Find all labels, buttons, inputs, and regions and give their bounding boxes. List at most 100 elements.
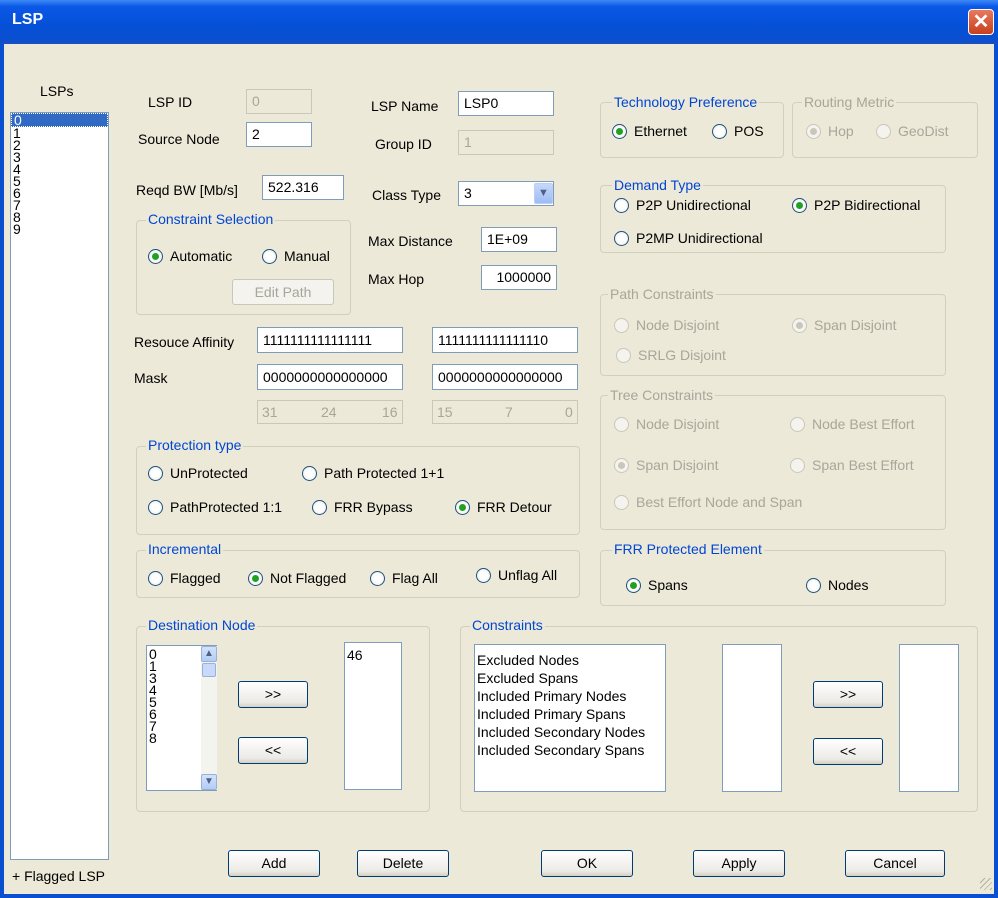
p2mp-unidirectional-label: P2MP Unidirectional [636, 230, 763, 246]
constraint-type-item[interactable]: Excluded Spans [475, 669, 665, 687]
close-button[interactable]: ✕ [968, 9, 994, 35]
path-span-disjoint-label: Span Disjoint [814, 317, 897, 333]
apply-button[interactable]: Apply [693, 850, 785, 877]
geodist-radio[interactable] [876, 124, 891, 139]
chevron-down-icon[interactable]: ▼ [201, 774, 217, 790]
chevron-up-icon[interactable]: ▲ [201, 646, 217, 662]
chevron-down-icon[interactable]: ▼ [534, 183, 553, 204]
constraint-type-item[interactable]: Included Primary Nodes [475, 687, 665, 705]
lsp-id-label: LSP ID [148, 94, 193, 110]
max-distance-field[interactable]: 1E+09 [481, 227, 557, 252]
frr-nodes-label: Nodes [828, 577, 869, 593]
p2p-unidirectional-radio[interactable] [614, 198, 629, 213]
flagged-radio[interactable] [148, 571, 163, 586]
edit-path-button[interactable]: Edit Path [232, 279, 334, 305]
lsp-list-item[interactable]: 0 [11, 113, 108, 127]
add-button[interactable]: Add [228, 850, 320, 877]
frr-detour-radio[interactable] [455, 500, 470, 515]
lsp-list-item[interactable]: 9 [11, 222, 108, 236]
lsp-list-item[interactable]: 5 [11, 174, 108, 188]
reqd-bw-field[interactable]: 522.316 [262, 175, 344, 200]
path-span-disjoint-radio[interactable] [792, 318, 807, 333]
lsp-id-field: 0 [246, 89, 312, 114]
frr-spans-label: Spans [648, 577, 688, 593]
ethernet-label: Ethernet [634, 123, 687, 139]
frr-bypass-radio[interactable] [312, 500, 327, 515]
bit-0-label: 0 [565, 404, 573, 420]
constraint-type-item[interactable]: Excluded Nodes [475, 651, 665, 669]
scroll-thumb[interactable] [202, 663, 216, 677]
add-destination-button[interactable]: >> [238, 681, 308, 708]
hop-radio[interactable] [806, 124, 821, 139]
ok-button[interactable]: OK [541, 850, 633, 877]
path-protected-1plus1-radio[interactable] [302, 466, 317, 481]
resize-grip-icon[interactable] [980, 878, 992, 890]
resource-affinity-low-field[interactable]: 1111111111111110 [432, 327, 578, 353]
max-distance-label: Max Distance [368, 233, 453, 249]
pos-radio[interactable] [712, 124, 727, 139]
lsp-name-field[interactable]: LSP0 [458, 91, 554, 116]
frr-detour-label: FRR Detour [477, 499, 552, 515]
selected-constraints-list[interactable] [899, 644, 959, 792]
node-best-effort-radio[interactable] [790, 417, 805, 432]
mask-high-field[interactable]: 0000000000000000 [257, 364, 403, 390]
lsp-list-item[interactable]: 8 [11, 210, 108, 224]
max-hop-field[interactable]: 1000000 [481, 265, 557, 290]
available-nodes-list[interactable]: 01345678 ▲ ▼ [146, 645, 217, 791]
lsp-list-item[interactable]: 2 [11, 138, 108, 152]
mask-low-field[interactable]: 0000000000000000 [432, 364, 578, 390]
frr-nodes-radio[interactable] [806, 578, 821, 593]
delete-button[interactable]: Delete [357, 850, 449, 877]
manual-radio[interactable] [262, 249, 277, 264]
selected-nodes-list[interactable]: 46 [344, 642, 402, 790]
flag-all-label: Flag All [392, 570, 438, 586]
bit-16-label: 16 [382, 404, 398, 420]
span-best-effort-radio[interactable] [790, 458, 805, 473]
lsp-list-item[interactable]: 7 [11, 198, 108, 212]
automatic-radio[interactable] [148, 249, 163, 264]
path-protected-1to1-radio[interactable] [148, 500, 163, 515]
not-flagged-radio[interactable] [248, 571, 263, 586]
source-node-field[interactable]: 2 [246, 122, 312, 147]
p2mp-unidirectional-radio[interactable] [614, 231, 629, 246]
bit-15-label: 15 [437, 404, 453, 420]
technology-preference-legend: Technology Preference [612, 94, 760, 110]
remove-constraint-button[interactable]: << [813, 738, 883, 765]
constraint-values-list[interactable] [722, 644, 782, 792]
p2p-bidirectional-radio[interactable] [792, 198, 807, 213]
lsp-list-item[interactable]: 3 [11, 150, 108, 164]
available-nodes-scrollbar[interactable]: ▲ ▼ [201, 646, 217, 790]
constraint-type-item[interactable]: Included Secondary Nodes [475, 723, 665, 741]
path-node-disjoint-radio[interactable] [614, 318, 629, 333]
lsp-list-item[interactable]: 6 [11, 186, 108, 200]
path-protected-1plus1-label: Path Protected 1+1 [324, 465, 445, 481]
remove-destination-button[interactable]: << [238, 737, 308, 764]
protection-type-legend: Protection type [146, 437, 244, 453]
bit-24-label: 24 [321, 404, 337, 420]
tree-node-disjoint-radio[interactable] [614, 417, 629, 432]
unprotected-radio[interactable] [148, 466, 163, 481]
tree-span-disjoint-radio[interactable] [614, 458, 629, 473]
lsp-list-item[interactable]: 4 [11, 162, 108, 176]
lsp-list[interactable]: 0123456789 [10, 112, 109, 860]
resource-affinity-label: Resouce Affinity [134, 334, 235, 350]
lsp-list-item[interactable]: 1 [11, 126, 108, 140]
best-effort-node-span-radio[interactable] [614, 495, 629, 510]
frr-spans-radio[interactable] [626, 578, 641, 593]
constraint-type-item[interactable]: Included Secondary Spans [475, 741, 665, 759]
resource-affinity-high-field[interactable]: 1111111111111111 [257, 327, 403, 353]
add-constraint-button[interactable]: >> [813, 681, 883, 708]
selected-node-item[interactable]: 46 [345, 647, 401, 663]
unflag-all-label: Unflag All [498, 567, 558, 583]
bit-31-label: 31 [262, 404, 278, 420]
cancel-button[interactable]: Cancel [845, 850, 945, 877]
srlg-disjoint-radio[interactable] [616, 348, 631, 363]
unflag-all-radio[interactable] [476, 568, 491, 583]
demand-type-legend: Demand Type [612, 177, 703, 193]
constraint-type-item[interactable]: Included Primary Spans [475, 705, 665, 723]
ethernet-radio[interactable] [612, 124, 627, 139]
bit-7-label: 7 [505, 404, 513, 420]
constraint-types-list[interactable]: Excluded Nodes Excluded Spans Included Pri… [474, 644, 666, 792]
flag-all-radio[interactable] [370, 571, 385, 586]
title-bar[interactable] [0, 0, 998, 44]
